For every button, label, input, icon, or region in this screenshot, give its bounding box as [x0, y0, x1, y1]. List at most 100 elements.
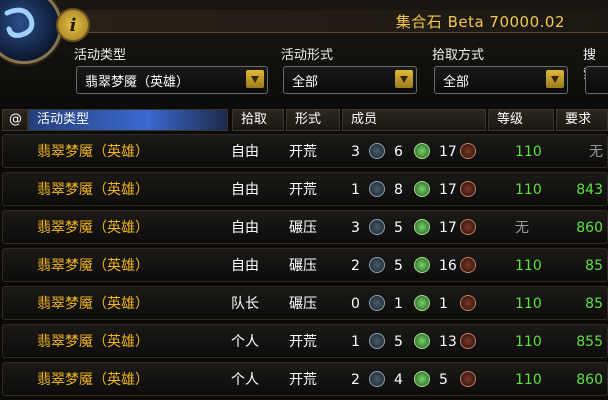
chevron-down-icon[interactable]	[246, 70, 264, 88]
activity-form-dropdown[interactable]: 全部	[283, 66, 417, 94]
requirement-value: 85	[585, 258, 603, 274]
dps-count: 16	[439, 258, 457, 274]
group-list-row[interactable]: 翡翠梦魇（英雄） 自由 开荒 3 6 17 110 无	[2, 134, 608, 168]
healer-count: 1	[394, 296, 403, 312]
loot-method: 自由	[231, 220, 259, 236]
loot-method: 自由	[231, 182, 259, 198]
column-header-loot-label: 拾取	[241, 112, 268, 127]
level-value: 无	[515, 220, 529, 236]
column-header-level-label: 等级	[497, 112, 524, 127]
loot-method: 个人	[231, 372, 259, 388]
activity-form: 开荒	[289, 144, 317, 160]
dps-count: 17	[439, 220, 457, 236]
column-header-members[interactable]: 成员	[342, 109, 486, 131]
column-header-activity-type[interactable]: 活动类型	[28, 109, 228, 131]
dps-count: 5	[439, 372, 448, 388]
dps-role-icon	[460, 295, 476, 311]
column-header-form[interactable]: 形式	[286, 109, 340, 131]
activity-name: 翡翠梦魇（英雄）	[37, 334, 149, 350]
loot-method-label: 拾取方式	[432, 48, 485, 63]
tank-count: 2	[351, 258, 360, 274]
chevron-down-icon[interactable]	[395, 70, 413, 88]
tank-role-icon	[369, 371, 385, 387]
activity-form: 开荒	[289, 182, 317, 198]
dps-count: 1	[439, 296, 448, 312]
activity-form: 开荒	[289, 334, 317, 350]
activity-name: 翡翠梦魇（英雄）	[37, 220, 149, 236]
column-header-at[interactable]: @	[2, 109, 28, 131]
level-value: 110	[515, 144, 542, 160]
loot-method-dropdown[interactable]: 全部	[434, 66, 568, 94]
dps-role-icon	[460, 181, 476, 197]
group-list-row[interactable]: 翡翠梦魇（英雄） 个人 开荒 2 4 5 110 860	[2, 362, 608, 396]
activity-type-label: 活动类型	[74, 48, 127, 63]
activity-form: 碾压	[289, 258, 317, 274]
title-bar: 集合石 Beta 70000.02	[40, 10, 608, 33]
swirl-icon	[4, 7, 35, 38]
activity-name: 翡翠梦魇（英雄）	[37, 296, 149, 312]
addon-logo-portrait	[0, 0, 62, 64]
group-list-row[interactable]: 翡翠梦魇（英雄） 队长 碾压 0 1 1 110 85	[2, 286, 608, 320]
column-header-form-label: 形式	[295, 112, 322, 127]
activity-form-value: 全部	[292, 75, 319, 90]
dps-count: 13	[439, 334, 457, 350]
activity-type-dropdown[interactable]: 翡翠梦魇（英雄）	[76, 66, 268, 94]
healer-role-icon	[414, 333, 430, 349]
search-input[interactable]	[585, 66, 608, 94]
healer-count: 5	[394, 220, 403, 236]
healer-count: 5	[394, 258, 403, 274]
tank-count: 0	[351, 296, 360, 312]
activity-form-label: 活动形式	[281, 48, 334, 63]
dps-count: 17	[439, 144, 457, 160]
tank-count: 3	[351, 144, 360, 160]
group-list-row[interactable]: 翡翠梦魇（英雄） 自由 开荒 1 8 17 110 843	[2, 172, 608, 206]
column-header-activity-type-label: 活动类型	[37, 112, 90, 127]
level-value: 110	[515, 334, 542, 350]
dps-role-icon	[460, 371, 476, 387]
healer-count: 4	[394, 372, 403, 388]
activity-type-value: 翡翠梦魇（英雄）	[85, 75, 190, 90]
healer-role-icon	[414, 219, 430, 235]
loot-method-value: 全部	[443, 75, 470, 90]
tank-role-icon	[369, 333, 385, 349]
info-button[interactable]: i	[56, 8, 90, 42]
tank-role-icon	[369, 295, 385, 311]
level-value: 110	[515, 296, 542, 312]
activity-form: 碾压	[289, 296, 317, 312]
activity-form: 碾压	[289, 220, 317, 236]
healer-role-icon	[414, 371, 430, 387]
group-list-row[interactable]: 翡翠梦魇（英雄） 个人 开荒 1 5 13 110 855	[2, 324, 608, 358]
group-list-row[interactable]: 翡翠梦魇（英雄） 自由 碾压 2 5 16 110 85	[2, 248, 608, 282]
healer-count: 8	[394, 182, 403, 198]
column-header-loot[interactable]: 拾取	[232, 109, 284, 131]
dps-role-icon	[460, 143, 476, 159]
level-value: 110	[515, 372, 542, 388]
activity-name: 翡翠梦魇（英雄）	[37, 372, 149, 388]
tank-count: 1	[351, 182, 360, 198]
loot-method: 自由	[231, 144, 259, 160]
level-value: 110	[515, 182, 542, 198]
column-header-members-label: 成员	[351, 112, 378, 127]
tank-count: 2	[351, 372, 360, 388]
requirement-value: 843	[576, 182, 603, 198]
column-header-requirement[interactable]: 要求	[556, 109, 608, 131]
requirement-value: 855	[576, 334, 603, 350]
loot-method: 队长	[231, 296, 259, 312]
loot-method: 自由	[231, 258, 259, 274]
level-value: 110	[515, 258, 542, 274]
chevron-down-icon[interactable]	[546, 70, 564, 88]
window-title: 集合石 Beta 70000.02	[395, 13, 565, 31]
healer-role-icon	[414, 181, 430, 197]
info-icon: i	[69, 14, 77, 36]
group-list-row[interactable]: 翡翠梦魇（英雄） 自由 碾压 3 5 17 无 860	[2, 210, 608, 244]
loot-method: 个人	[231, 334, 259, 350]
tank-role-icon	[369, 257, 385, 273]
healer-count: 5	[394, 334, 403, 350]
tank-role-icon	[369, 181, 385, 197]
dps-count: 17	[439, 182, 457, 198]
healer-count: 6	[394, 144, 403, 160]
healer-role-icon	[414, 143, 430, 159]
dps-role-icon	[460, 333, 476, 349]
column-header-requirement-label: 要求	[565, 112, 592, 127]
column-header-level[interactable]: 等级	[488, 109, 554, 131]
